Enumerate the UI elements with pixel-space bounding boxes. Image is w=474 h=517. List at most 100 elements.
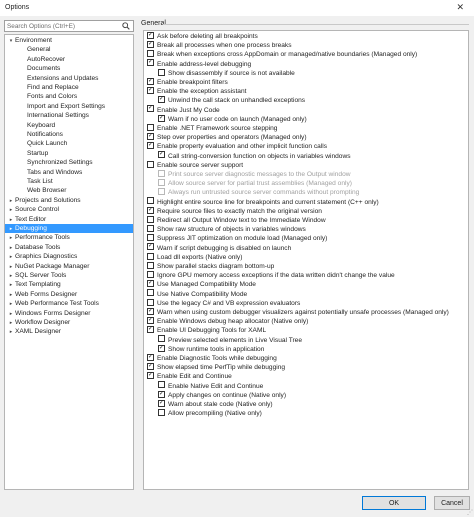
checkbox-unchecked-icon[interactable]: [147, 234, 154, 242]
checkbox-checked-icon[interactable]: ✓: [147, 31, 154, 39]
tree-item-startup[interactable]: Startup: [5, 149, 133, 158]
option-row[interactable]: ✓ Apply changes on continue (Native only): [158, 390, 286, 400]
option-row[interactable]: Highlight entire source line for breakpo…: [147, 197, 379, 207]
option-row[interactable]: ✓ Unwind the call stack on unhandled exce…: [158, 96, 305, 105]
option-row[interactable]: ✓ Break all processes when one process br…: [147, 40, 292, 50]
tree-item-documents[interactable]: Documents: [5, 64, 133, 73]
checkbox-checked-icon[interactable]: ✓: [147, 316, 154, 324]
checkbox-unchecked-icon[interactable]: [147, 215, 154, 223]
tree-item-web-browser[interactable]: Web Browser: [5, 186, 133, 195]
option-row[interactable]: ✓ Ask before deleting all breakpoints: [147, 31, 258, 41]
option-row[interactable]: ✓ Use Managed Compatibility Mode: [147, 280, 256, 289]
ok-button[interactable]: OK: [362, 496, 426, 510]
collapsed-arrow-icon[interactable]: ▸: [7, 328, 15, 337]
tree-item-notifications[interactable]: Notifications: [5, 130, 133, 139]
checkbox-checked-icon[interactable]: ✓: [147, 105, 154, 113]
checkbox-unchecked-icon[interactable]: [158, 408, 165, 416]
option-row[interactable]: ✓ Enable Diagnostic Tools while debugging: [147, 353, 277, 363]
tree-item-task-list[interactable]: Task List: [5, 177, 133, 186]
option-row[interactable]: ✓ Enable breakpoint filters: [147, 77, 228, 87]
tree-item-xaml-designer[interactable]: ▸ XAML Designer: [5, 327, 133, 336]
tree-item-nuget-package-manager[interactable]: ▸ NuGet Package Manager: [5, 262, 133, 271]
option-row[interactable]: ✓ Call string-conversion function on obje…: [158, 151, 351, 161]
tree-item-debugging[interactable]: ▸ Debugging: [5, 224, 133, 234]
checkbox-checked-icon[interactable]: ✓: [147, 307, 154, 315]
option-row[interactable]: ✓ Show elapsed time PerfTip while debuggi…: [147, 362, 285, 372]
option-row[interactable]: Allow source server for partial trust as…: [158, 178, 352, 188]
checkbox-checked-icon[interactable]: ✓: [158, 390, 165, 398]
option-row[interactable]: Show raw structure of objects in variabl…: [147, 224, 306, 234]
option-row[interactable]: ✓ Enable property evaluation and other im…: [147, 142, 327, 151]
checkbox-checked-icon[interactable]: ✓: [147, 243, 154, 251]
tree-item-windows-forms-designer[interactable]: ▸ Windows Forms Designer: [5, 309, 133, 318]
checkbox-unchecked-icon[interactable]: [147, 123, 154, 131]
option-row[interactable]: Show disassembly if source is not availa…: [158, 68, 295, 78]
checkbox-checked-icon[interactable]: ✓: [158, 96, 165, 104]
tree-item-import-and-export-settings[interactable]: Import and Export Settings: [5, 102, 133, 111]
option-row[interactable]: ✓ Enable Just My Code: [147, 105, 220, 115]
tree-item-synchronized-settings[interactable]: Synchronized Settings: [5, 158, 133, 167]
option-row[interactable]: Use Native Compatibility Mode: [147, 289, 247, 299]
tree-item-web-forms-designer[interactable]: ▸ Web Forms Designer: [5, 290, 133, 299]
option-row[interactable]: Suppress JIT optimization on module load…: [147, 234, 327, 243]
option-row[interactable]: ✓ Enable address-level debugging: [147, 59, 251, 69]
checkbox-unchecked-icon[interactable]: [158, 169, 165, 177]
option-row[interactable]: ✓ Step over properties and operators (Man…: [147, 132, 307, 142]
tree-item-find-and-replace[interactable]: Find and Replace: [5, 83, 133, 92]
cancel-button[interactable]: Cancel: [434, 496, 470, 510]
close-icon[interactable]: ✕: [456, 2, 464, 13]
tree-item-environment[interactable]: ▾ Environment: [5, 36, 133, 45]
checkbox-unchecked-icon[interactable]: [147, 50, 154, 58]
option-row[interactable]: Enable source server support: [147, 160, 243, 170]
resize-grip-icon[interactable]: ⋰: [467, 509, 473, 516]
option-row[interactable]: ✓ Enable Windows debug heap allocator (Na…: [147, 316, 308, 326]
checkbox-checked-icon[interactable]: ✓: [158, 344, 165, 352]
tree-item-tabs-and-windows[interactable]: Tabs and Windows: [5, 168, 133, 177]
checkbox-checked-icon[interactable]: ✓: [147, 206, 154, 214]
checkbox-unchecked-icon[interactable]: [147, 197, 154, 205]
tree-item-general[interactable]: General: [5, 45, 133, 54]
search-box[interactable]: [4, 20, 134, 32]
checkbox-checked-icon[interactable]: ✓: [158, 114, 165, 122]
tree-item-performance-tools[interactable]: ▸ Performance Tools: [5, 233, 133, 242]
checkbox-checked-icon[interactable]: ✓: [147, 280, 154, 288]
tree-item-web-performance-test-tools[interactable]: ▸ Web Performance Test Tools: [5, 299, 133, 308]
checkbox-checked-icon[interactable]: ✓: [147, 132, 154, 140]
tree-item-database-tools[interactable]: ▸ Database Tools: [5, 243, 133, 252]
option-row[interactable]: ✓ Warn about stale code (Native only): [158, 399, 273, 409]
option-row[interactable]: Ignore GPU memory access exceptions if t…: [147, 270, 395, 280]
option-row[interactable]: ✓ Warn when using custom debugger visuali…: [147, 307, 449, 317]
checkbox-unchecked-icon[interactable]: [147, 160, 154, 168]
checkbox-checked-icon[interactable]: ✓: [147, 77, 154, 85]
option-row[interactable]: Show parallel stacks diagram bottom-up: [147, 261, 274, 271]
tree-item-graphics-diagnostics[interactable]: ▸ Graphics Diagnostics: [5, 252, 133, 261]
checkbox-unchecked-icon[interactable]: [147, 289, 154, 297]
checkbox-unchecked-icon[interactable]: [158, 178, 165, 186]
checkbox-checked-icon[interactable]: ✓: [147, 372, 154, 380]
option-row[interactable]: ✓ Enable Edit and Continue: [147, 372, 232, 381]
option-row[interactable]: Load dll exports (Native only): [147, 252, 242, 262]
option-row[interactable]: ✓ Show runtime tools in application: [158, 344, 264, 354]
checkbox-checked-icon[interactable]: ✓: [147, 86, 154, 94]
tree-item-workflow-designer[interactable]: ▸ Workflow Designer: [5, 318, 133, 327]
tree-item-text-editor[interactable]: ▸ Text Editor: [5, 215, 133, 224]
checkbox-unchecked-icon[interactable]: [147, 224, 154, 232]
checkbox-unchecked-icon[interactable]: [158, 188, 165, 196]
option-row[interactable]: Print source server diagnostic messages …: [158, 169, 351, 179]
tree-item-quick-launch[interactable]: Quick Launch: [5, 139, 133, 148]
option-row[interactable]: ✓ Enable the exception assistant: [147, 86, 246, 96]
tree-item-text-templating[interactable]: ▸ Text Templating: [5, 280, 133, 289]
tree-item-sql-server-tools[interactable]: ▸ SQL Server Tools: [5, 271, 133, 280]
tree-item-autorecover[interactable]: AutoRecover: [5, 55, 133, 64]
option-row[interactable]: Enable .NET Framework source stepping: [147, 123, 277, 133]
option-row[interactable]: ✓ Warn if no user code on launch (Managed…: [158, 114, 307, 124]
checkbox-unchecked-icon[interactable]: [158, 381, 165, 389]
option-row[interactable]: Allow precompiling (Native only): [158, 408, 262, 418]
option-row[interactable]: Enable Native Edit and Continue: [158, 381, 263, 391]
tree-item-fonts-and-colors[interactable]: Fonts and Colors: [5, 92, 133, 101]
checkbox-unchecked-icon[interactable]: [147, 270, 154, 278]
tree-item-international-settings[interactable]: International Settings: [5, 111, 133, 120]
option-row[interactable]: Redirect all Output Window text to the I…: [147, 215, 326, 225]
checkbox-unchecked-icon[interactable]: [158, 68, 165, 76]
checkbox-unchecked-icon[interactable]: [158, 335, 165, 343]
